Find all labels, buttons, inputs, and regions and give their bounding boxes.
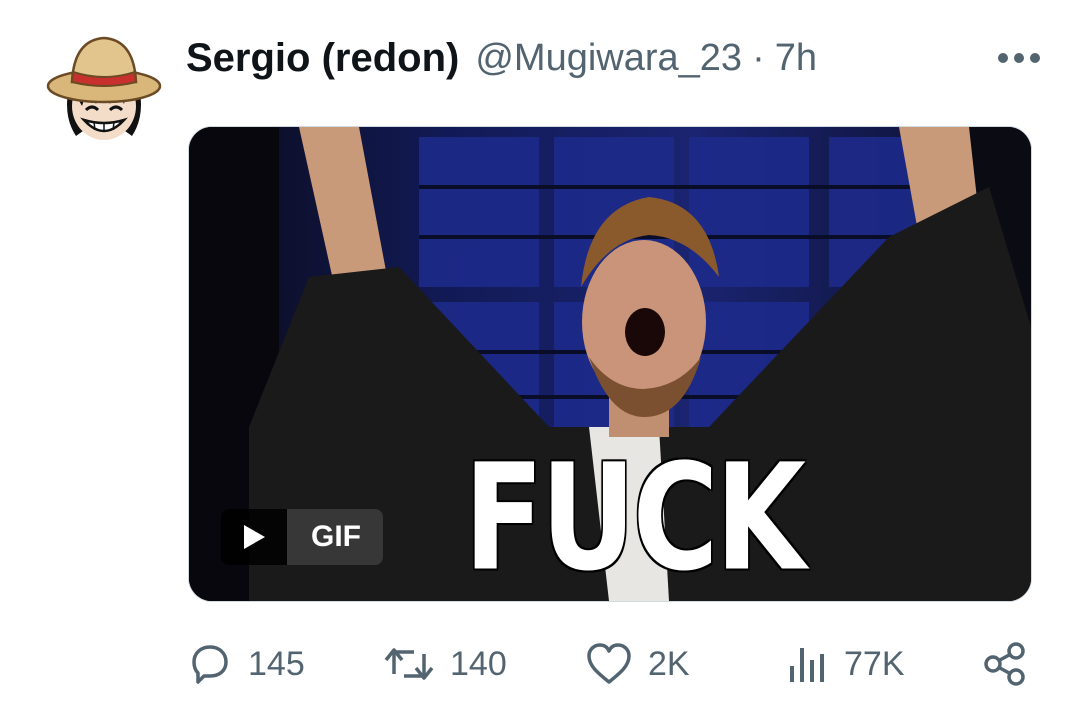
gif-badge[interactable]: GIF [221,509,383,565]
user-handle[interactable]: @Mugiwara_23 [475,37,742,80]
views-button[interactable]: 77K [786,636,905,692]
separator-dot: · [752,36,765,79]
view-count: 77K [844,644,905,683]
more-options-button[interactable] [987,30,1051,86]
share-icon [984,642,1025,686]
play-button[interactable] [221,509,287,565]
timestamp[interactable]: 7h [775,37,817,80]
like-button[interactable]: 2K [584,636,690,692]
repost-button[interactable]: 140 [382,636,507,692]
gif-label: GIF [287,509,383,565]
heart-icon [587,643,631,684]
tweet-actions: 145 140 2K 77K [186,636,1032,692]
avatar[interactable] [46,26,162,142]
reply-icon [192,645,228,684]
play-icon [244,525,265,549]
display-name[interactable]: Sergio (redon) [186,36,459,81]
tweet-header: Sergio (redon) @Mugiwara_23 · 7h [186,30,1039,86]
ellipsis-icon [998,53,1040,63]
share-button[interactable] [982,636,1028,692]
reply-count: 145 [248,644,305,683]
avatar-image [46,27,162,141]
reply-button[interactable]: 145 [186,636,305,692]
like-count: 2K [648,644,690,683]
analytics-icon [790,648,824,682]
repost-count: 140 [450,644,507,683]
gif-media[interactable]: FUCK YEAH GIF [188,126,1032,602]
repost-icon [384,648,434,680]
